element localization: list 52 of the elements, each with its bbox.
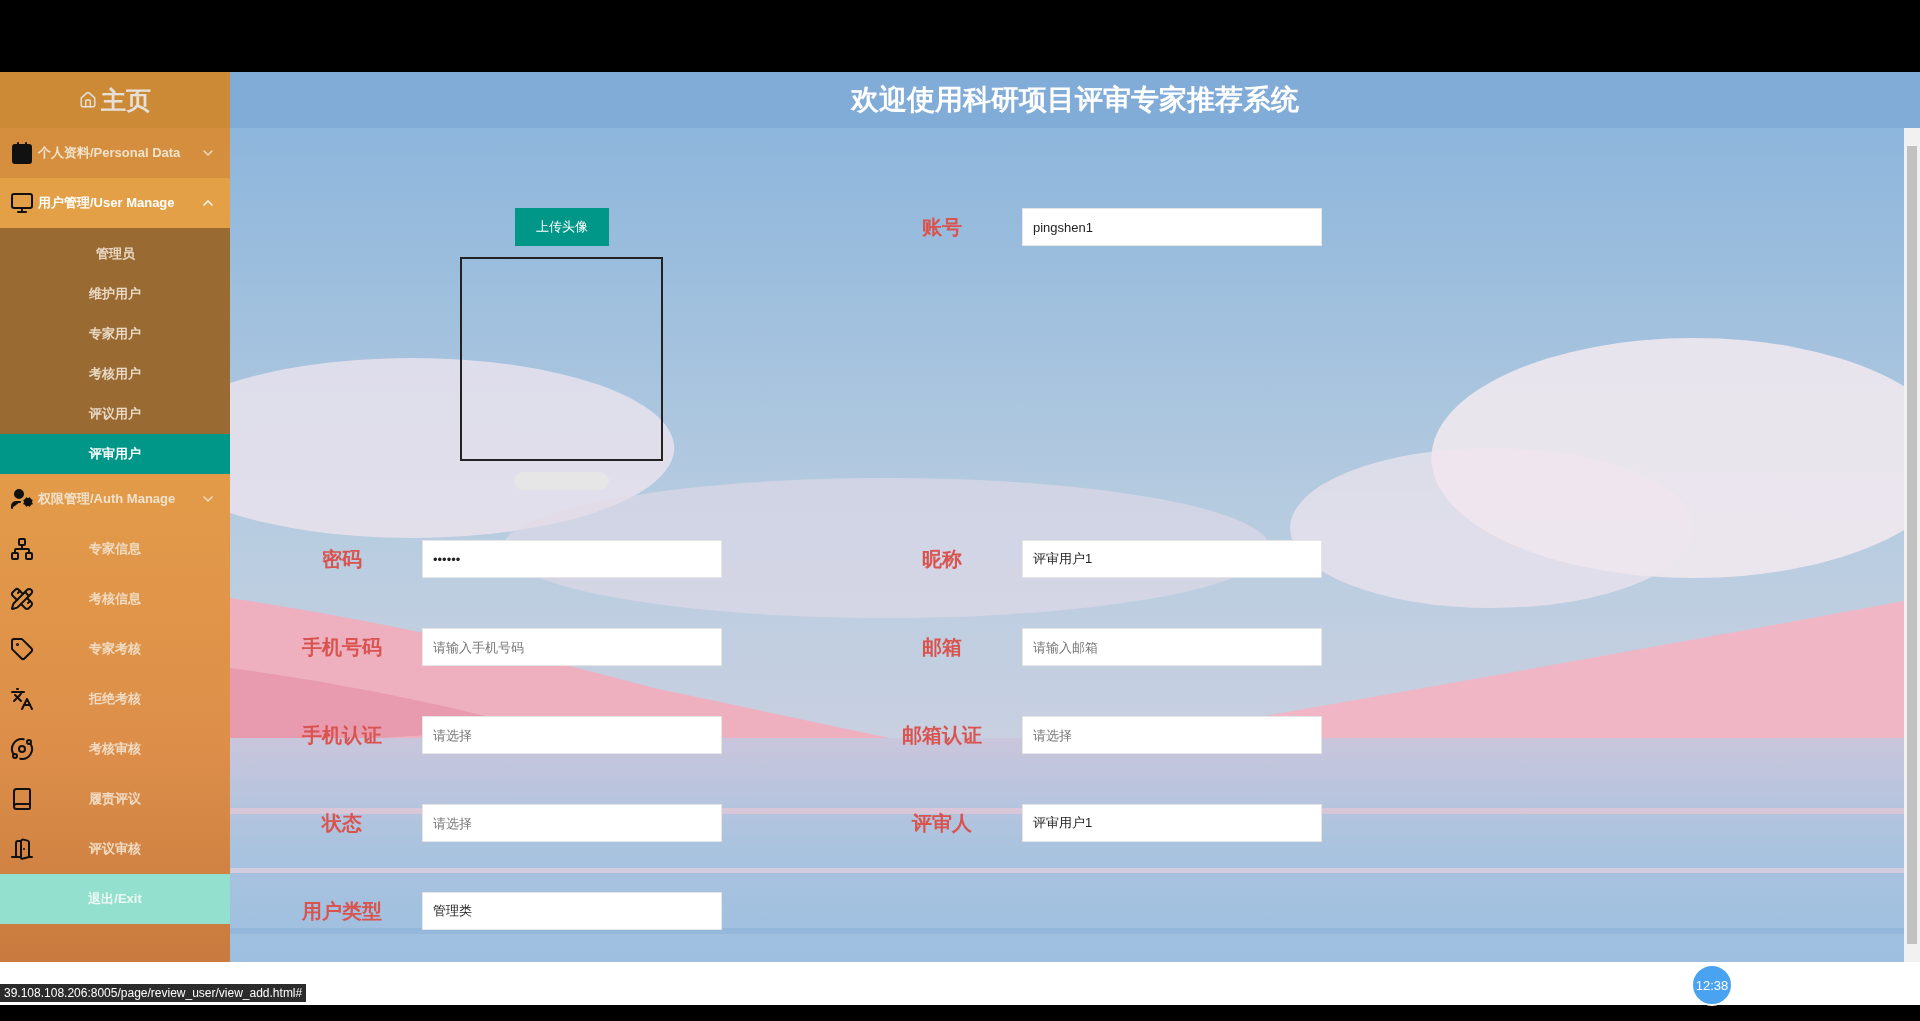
input-field[interactable]: 请选择 bbox=[1022, 716, 1322, 754]
input-field[interactable]: 请选择 bbox=[422, 804, 722, 842]
menu-link[interactable]: 评议审核 bbox=[0, 824, 230, 874]
input-field[interactable]: 请选择 bbox=[422, 716, 722, 754]
field-label: 账号 bbox=[921, 214, 963, 240]
pencil-ruler-icon bbox=[10, 587, 34, 611]
field-label: 评审人 bbox=[910, 810, 973, 836]
submenu-item[interactable]: 评议用户 bbox=[0, 394, 230, 434]
menu-link[interactable]: 专家考核 bbox=[0, 624, 230, 674]
field-label: 邮箱 bbox=[921, 634, 963, 660]
status-url: 39.108.108.206:8005/page/review_user/view_add.html# bbox=[0, 984, 307, 1002]
menu-link[interactable]: 履责评议 bbox=[0, 774, 230, 824]
tag-icon bbox=[10, 637, 34, 661]
field-label: 邮箱认证 bbox=[901, 722, 983, 748]
menu-group[interactable]: 个人资料/Personal Data bbox=[0, 128, 230, 178]
menu-link[interactable]: 考核信息 bbox=[0, 574, 230, 624]
input-field[interactable]: 评审用户1 bbox=[1022, 540, 1322, 578]
home-icon bbox=[79, 91, 97, 109]
monitor-icon bbox=[10, 191, 34, 215]
book-icon bbox=[10, 787, 34, 811]
field-label: 手机号码 bbox=[301, 634, 383, 660]
planet-icon bbox=[10, 737, 34, 761]
hierarchy-icon bbox=[10, 537, 34, 561]
field-label: 昵称 bbox=[921, 546, 963, 572]
input-field[interactable]: 请输入手机号码 bbox=[422, 628, 722, 666]
door-icon bbox=[10, 837, 34, 861]
menu-group[interactable]: 权限管理/Auth Manage bbox=[0, 474, 230, 524]
page-title: 欢迎使用科研项目评审专家推荐系统 bbox=[851, 83, 1299, 117]
submenu-item[interactable]: 专家用户 bbox=[0, 314, 230, 354]
field-label: 状态 bbox=[320, 810, 363, 836]
submenu-item[interactable]: 评审用户 bbox=[0, 434, 230, 474]
translate-icon bbox=[10, 687, 34, 711]
field-label: 用户类型 bbox=[301, 898, 383, 924]
user-gear-icon bbox=[10, 487, 34, 511]
input-field[interactable]: 请输入邮箱 bbox=[1022, 628, 1322, 666]
input-field[interactable]: 评审用户1 bbox=[1022, 804, 1322, 842]
scrollbar[interactable] bbox=[1904, 128, 1920, 962]
input-field[interactable]: pingshen1 bbox=[1022, 208, 1322, 246]
timer-badge: 12:38 bbox=[1691, 964, 1733, 1006]
submenu-item[interactable]: 管理员 bbox=[0, 234, 230, 274]
submenu-item[interactable]: 考核用户 bbox=[0, 354, 230, 394]
field-label: 密码 bbox=[321, 546, 363, 572]
home-link[interactable]: 主页 bbox=[0, 72, 230, 128]
menu-link[interactable]: 拒绝考核 bbox=[0, 674, 230, 724]
menu-group[interactable]: 用户管理/User Manage bbox=[0, 178, 230, 228]
input-field[interactable]: •••••• bbox=[422, 540, 722, 578]
menu-link[interactable]: 考核审核 bbox=[0, 724, 230, 774]
field-label: 手机认证 bbox=[301, 722, 383, 748]
menu-link[interactable]: 专家信息 bbox=[0, 524, 230, 574]
submenu-item[interactable]: 维护用户 bbox=[0, 274, 230, 314]
input-field[interactable]: 管理类 bbox=[422, 892, 722, 930]
upload-avatar-button[interactable]: 上传头像 bbox=[514, 208, 609, 246]
